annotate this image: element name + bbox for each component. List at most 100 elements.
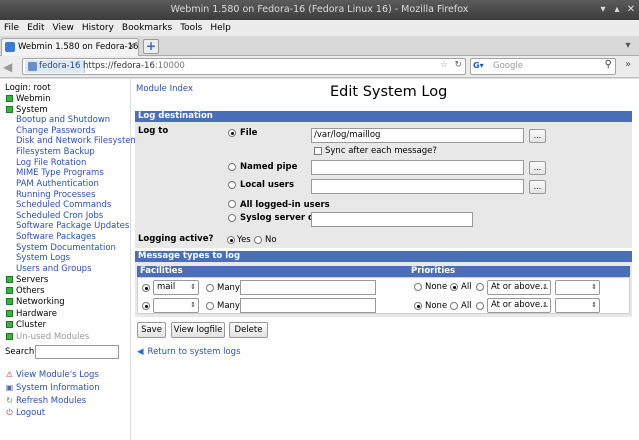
module-pam[interactable]: PAM Authentication (16, 179, 99, 189)
file-path-input[interactable]: /var/log/maillog (311, 128, 524, 143)
module-log-rotation[interactable]: Log File Rotation (16, 158, 86, 168)
comparison-value: At or above... (491, 300, 549, 310)
category-icon (6, 276, 13, 283)
named-pipe-radio[interactable] (228, 163, 236, 171)
category-cluster[interactable]: Cluster (6, 320, 46, 330)
menu-tools[interactable]: Tools (180, 23, 202, 33)
facility-many-input[interactable] (240, 280, 376, 295)
facility-many-radio[interactable] (206, 302, 214, 310)
menu-edit[interactable]: Edit (27, 23, 44, 33)
module-change-passwords[interactable]: Change Passwords (16, 126, 95, 136)
module-users-groups[interactable]: Users and Groups (16, 264, 92, 274)
module-bootup[interactable]: Bootup and Shutdown (16, 115, 110, 125)
new-tab-button[interactable]: + (143, 39, 159, 54)
priority-level-select[interactable]: ⇕ (555, 280, 600, 295)
category-label: Others (16, 286, 45, 296)
link-logout[interactable]: ⏻ Logout (5, 408, 45, 418)
local-users-radio[interactable] (228, 181, 236, 189)
priority-none-radio[interactable] (414, 283, 422, 291)
priority-comparison-select[interactable]: At or above... ⇕ (487, 298, 551, 313)
category-unused[interactable]: Un-used Modules (6, 332, 89, 342)
named-pipe-input[interactable] (311, 160, 524, 175)
menu-view[interactable]: View (53, 23, 74, 33)
link-system-information[interactable]: ▣ System Information (5, 383, 100, 393)
file-browse-button[interactable]: ... (529, 129, 546, 143)
sidebar-search-input[interactable] (35, 345, 119, 359)
delete-button[interactable]: Delete (229, 322, 268, 338)
priority-comparison-select[interactable]: At or above... ⇕ (487, 280, 551, 295)
reload-icon[interactable]: ↻ (454, 60, 462, 70)
file-radio[interactable] (228, 129, 236, 137)
link-refresh-modules[interactable]: ↻ Refresh Modules (5, 396, 86, 406)
local-users-input[interactable] (311, 179, 524, 194)
tab-close-icon[interactable]: ✕ (127, 39, 135, 55)
category-label: Networking (16, 297, 65, 307)
link-view-module-logs[interactable]: ⚠ View Module's Logs (5, 370, 99, 380)
search-bar[interactable]: G▾ Google ⚲ (470, 58, 616, 75)
named-pipe-browse-button[interactable]: ... (529, 161, 546, 175)
save-button[interactable]: Save (137, 322, 166, 338)
module-system-docs[interactable]: System Documentation (16, 243, 116, 253)
search-engine-icon[interactable]: G▾ (473, 61, 491, 72)
priority-all-radio[interactable] (450, 302, 458, 310)
facility-many-input[interactable] (240, 298, 376, 313)
category-networking[interactable]: Networking (6, 297, 65, 307)
maximize-icon[interactable]: ▴ (610, 3, 624, 17)
search-engine-letter: G (473, 61, 480, 70)
category-hardware[interactable]: Hardware (6, 309, 57, 319)
priority-level-radio[interactable] (476, 302, 484, 310)
sync-checkbox[interactable] (314, 147, 322, 155)
category-servers[interactable]: Servers (6, 275, 48, 285)
all-logged-in-radio[interactable] (228, 200, 236, 208)
facility-select-radio[interactable] (142, 284, 150, 292)
menu-file[interactable]: File (4, 23, 19, 33)
url-bar[interactable]: fedora-16 https://fedora-16:10000 ☆ ↻ (22, 58, 466, 75)
menu-bookmarks[interactable]: Bookmarks (122, 23, 172, 33)
module-disk-network-fs[interactable]: Disk and Network Filesystems (16, 136, 143, 146)
menu-history[interactable]: History (82, 23, 114, 33)
return-to-system-logs-link[interactable]: ◀ Return to system logs (137, 347, 241, 357)
menu-help[interactable]: Help (210, 23, 231, 33)
syslog-server-radio[interactable] (228, 214, 236, 222)
facility-select[interactable]: ⇕ (153, 298, 199, 313)
module-filesystem-backup[interactable]: Filesystem Backup (16, 147, 95, 157)
facility-many-radio[interactable] (206, 284, 214, 292)
facility-select-radio[interactable] (142, 302, 150, 310)
priority-level-radio[interactable] (476, 283, 484, 291)
bookmark-star-icon[interactable]: ☆ (440, 60, 448, 70)
module-cron-jobs[interactable]: Scheduled Cron Jobs (16, 211, 103, 221)
spinner-icon: ⇕ (591, 283, 597, 291)
facility-select[interactable]: mail ⇕ (153, 280, 199, 295)
module-scheduled-commands[interactable]: Scheduled Commands (16, 200, 111, 210)
view-logfile-button[interactable]: View logfile (171, 322, 225, 338)
module-index-link[interactable]: Module Index (136, 84, 193, 94)
overflow-menu-icon[interactable]: » (620, 59, 636, 75)
priority-all-radio[interactable] (450, 283, 458, 291)
logging-no-radio[interactable] (254, 236, 262, 244)
module-software-packages[interactable]: Software Packages (16, 232, 96, 242)
syslog-server-input[interactable] (311, 212, 473, 227)
search-go-icon[interactable]: ⚲ (605, 59, 612, 70)
minimize-icon[interactable]: ▾ (596, 3, 610, 17)
module-package-updates[interactable]: Software Package Updates (16, 221, 129, 231)
module-mime-types[interactable]: MIME Type Programs (16, 168, 104, 178)
category-webmin[interactable]: Webmin (6, 94, 51, 104)
local-users-browse-button[interactable]: ... (529, 180, 546, 194)
priority-none-radio[interactable] (414, 302, 422, 310)
log-to-label: Log to (138, 126, 169, 136)
close-icon[interactable]: ✕ (624, 3, 638, 17)
category-others[interactable]: Others (6, 286, 45, 296)
list-all-tabs-icon[interactable]: ▾ (621, 40, 635, 54)
module-system-logs[interactable]: System Logs (16, 253, 70, 263)
tab-webmin[interactable]: Webmin 1.580 on Fedora-16 (F... ✕ (1, 38, 139, 56)
category-icon (6, 298, 13, 305)
priority-all-label: All (461, 282, 472, 292)
priority-level-select[interactable]: ⇕ (555, 298, 600, 313)
site-identity-button[interactable]: fedora-16 (25, 60, 86, 73)
module-running-processes[interactable]: Running Processes (16, 190, 95, 200)
category-system[interactable]: System (6, 105, 48, 115)
logout-icon: ⏻ (6, 408, 13, 417)
category-icon (6, 321, 13, 328)
back-arrow-icon[interactable]: ◀ (3, 59, 19, 75)
logging-yes-radio[interactable] (227, 236, 235, 244)
